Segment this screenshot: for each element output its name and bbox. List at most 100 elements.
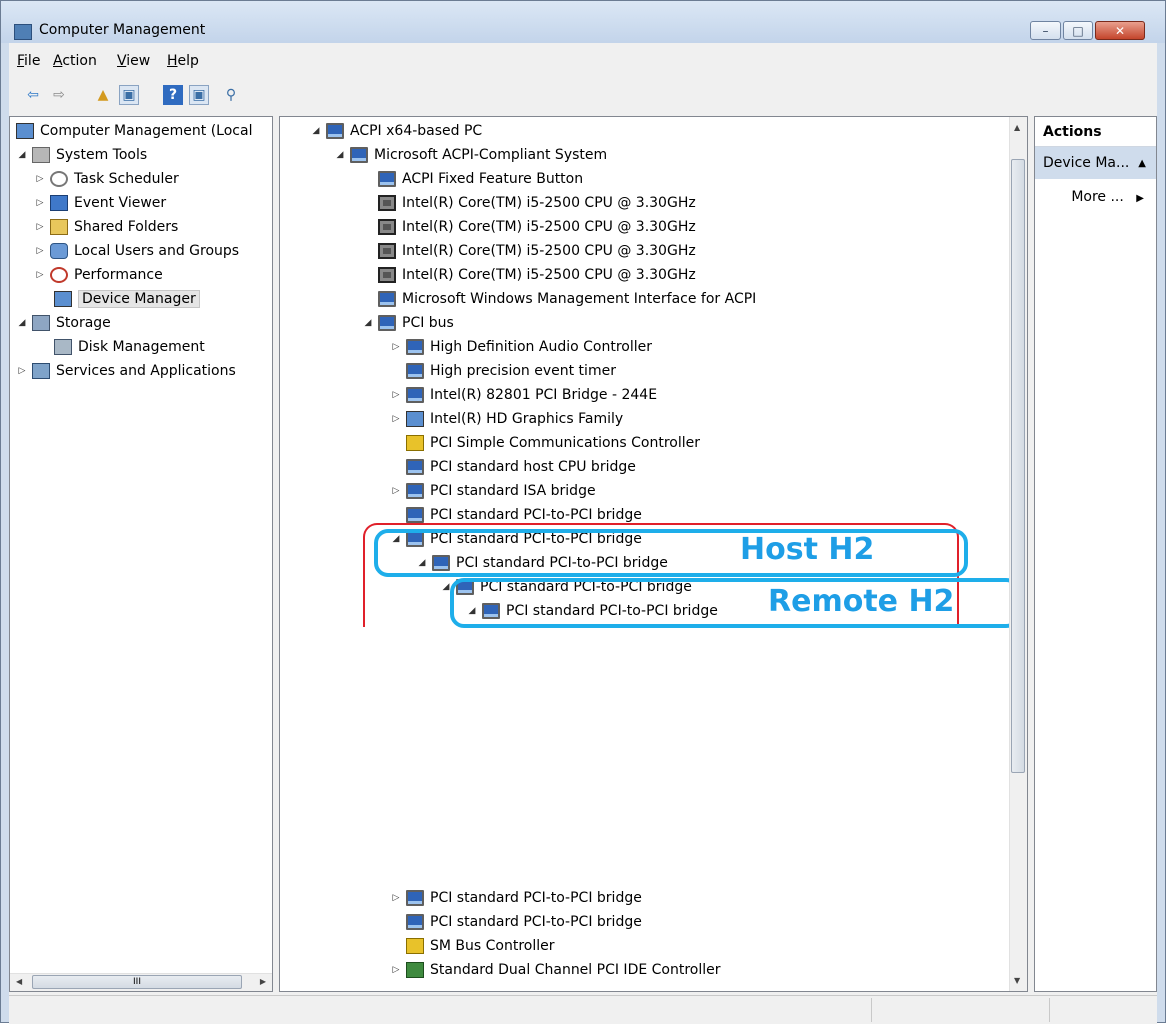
shared-folders-icon bbox=[50, 219, 68, 235]
device-tree-item[interactable]: Intel(R) Core(TM) i5-2500 CPU @ 3.30GHz bbox=[362, 216, 696, 238]
device-label: PCI bus bbox=[402, 315, 454, 331]
collapsed-arrow-icon[interactable]: ▷ bbox=[390, 341, 402, 353]
tree-item-shared-folders[interactable]: ▷ Shared Folders bbox=[34, 216, 178, 238]
device-tree-item[interactable]: High precision event timer bbox=[390, 360, 616, 382]
title-bar: Computer Management – □ ✕ bbox=[1, 1, 1165, 43]
collapsed-arrow-icon[interactable]: ▷ bbox=[390, 892, 402, 904]
device-label: Intel(R) 82801 PCI Bridge - 244E bbox=[430, 387, 658, 403]
collapsed-arrow-icon[interactable]: ▷ bbox=[34, 269, 46, 281]
tree-item-computer-management[interactable]: Computer Management (Local bbox=[16, 120, 252, 142]
device-label: Standard Dual Channel PCI IDE Controller bbox=[430, 962, 721, 978]
device-label: PCI standard PCI-to-PCI bridge bbox=[430, 890, 642, 906]
event-viewer-icon bbox=[50, 195, 68, 211]
tree-item-services-applications[interactable]: ▷ Services and Applications bbox=[16, 360, 236, 382]
vertical-scrollbar[interactable]: ▲ ▼ bbox=[1009, 117, 1027, 991]
scroll-up-icon[interactable]: ▲ bbox=[1014, 123, 1020, 132]
tree-item-event-viewer[interactable]: ▷ Event Viewer bbox=[34, 192, 166, 214]
device-tree-item[interactable]: ▷ Intel(R) HD Graphics Family bbox=[390, 408, 623, 430]
forward-arrow-icon[interactable]: ⇨ bbox=[49, 85, 69, 105]
storage-icon bbox=[32, 315, 50, 331]
device-tree-item[interactable]: ▷ PCI standard ISA bridge bbox=[390, 480, 596, 502]
tree-line-connector bbox=[390, 940, 402, 952]
tree-item-device-manager[interactable]: Device Manager bbox=[50, 288, 200, 310]
scroll-right-icon[interactable]: ▶ bbox=[260, 977, 266, 986]
more-actions-label: More ... bbox=[1071, 189, 1124, 205]
show-hide-console-tree-icon[interactable]: ▣ bbox=[119, 85, 139, 105]
up-folder-icon[interactable]: ▲ bbox=[93, 85, 113, 105]
back-arrow-icon[interactable]: ⇦ bbox=[23, 85, 43, 105]
menu-action[interactable]: Action bbox=[53, 53, 97, 69]
tree-item-label: Task Scheduler bbox=[74, 171, 179, 187]
tree-item-performance[interactable]: ▷ Performance bbox=[34, 264, 163, 286]
host-h2-oval bbox=[374, 529, 968, 577]
help-icon[interactable]: ? bbox=[163, 85, 183, 105]
minimize-button[interactable]: – bbox=[1030, 21, 1061, 40]
tree-item-task-scheduler[interactable]: ▷ Task Scheduler bbox=[34, 168, 179, 190]
collapsed-arrow-icon[interactable]: ▷ bbox=[34, 245, 46, 257]
expanded-arrow-icon[interactable]: ◢ bbox=[16, 149, 28, 161]
device-tree-item[interactable]: PCI standard host CPU bridge bbox=[390, 456, 636, 478]
scroll-left-icon[interactable]: ◀ bbox=[16, 977, 22, 986]
expanded-arrow-icon[interactable]: ◢ bbox=[16, 317, 28, 329]
collapsed-arrow-icon[interactable]: ▷ bbox=[16, 365, 28, 377]
device-icon bbox=[406, 890, 424, 906]
properties-icon[interactable]: ⚲ bbox=[221, 85, 241, 105]
menu-file[interactable]: File bbox=[17, 53, 40, 69]
device-tree-item[interactable]: PCI standard PCI-to-PCI bridge bbox=[390, 911, 642, 933]
collapsed-arrow-icon[interactable]: ▷ bbox=[390, 389, 402, 401]
device-icon bbox=[406, 339, 424, 355]
tree-item-label: Services and Applications bbox=[56, 363, 236, 379]
scroll-down-icon[interactable]: ▼ bbox=[1014, 976, 1020, 985]
horizontal-scrollbar[interactable]: ◀ III ▶ bbox=[10, 973, 272, 991]
device-icon bbox=[406, 411, 424, 427]
tree-item-storage[interactable]: ◢ Storage bbox=[16, 312, 111, 334]
tree-item-system-tools[interactable]: ◢ System Tools bbox=[16, 144, 147, 166]
collapse-section-icon[interactable]: ▲ bbox=[1138, 158, 1146, 169]
device-tree-item[interactable]: ◢ PCI bus bbox=[362, 312, 454, 334]
collapsed-arrow-icon[interactable]: ▷ bbox=[34, 197, 46, 209]
device-tree-item[interactable]: ▷ Intel(R) 82801 PCI Bridge - 244E bbox=[390, 384, 657, 406]
device-tree-item[interactable]: SM Bus Controller bbox=[390, 935, 555, 957]
device-tree-item[interactable]: ▷ Standard Dual Channel PCI IDE Controlle… bbox=[390, 959, 721, 981]
device-icon bbox=[326, 123, 344, 139]
expanded-arrow-icon[interactable]: ◢ bbox=[334, 149, 346, 161]
device-tree-item[interactable]: ▷ High Definition Audio Controller bbox=[390, 336, 652, 358]
tree-item-disk-management[interactable]: Disk Management bbox=[54, 336, 205, 358]
close-button[interactable]: ✕ bbox=[1095, 21, 1145, 40]
collapsed-arrow-icon[interactable]: ▷ bbox=[390, 964, 402, 976]
tree-line-connector bbox=[362, 173, 374, 185]
scroll-thumb[interactable]: III bbox=[32, 975, 242, 989]
device-tree-item[interactable]: ACPI Fixed Feature Button bbox=[362, 168, 583, 190]
collapsed-arrow-icon[interactable]: ▷ bbox=[34, 173, 46, 185]
device-label: Intel(R) Core(TM) i5-2500 CPU @ 3.30GHz bbox=[402, 195, 696, 211]
actions-section-device-manager[interactable]: Device Ma... ▲ bbox=[1035, 147, 1156, 179]
menu-help[interactable]: Help bbox=[167, 53, 199, 69]
show-hide-action-pane-icon[interactable]: ▣ bbox=[189, 85, 209, 105]
device-icon bbox=[406, 363, 424, 379]
menu-view[interactable]: View bbox=[117, 53, 150, 69]
device-tree-item[interactable]: PCI Simple Communications Controller bbox=[390, 432, 700, 454]
device-manager-icon bbox=[54, 291, 72, 307]
collapsed-arrow-icon[interactable]: ▷ bbox=[390, 413, 402, 425]
remote-h2-label: Remote H2 bbox=[768, 584, 955, 619]
device-tree-item[interactable]: Intel(R) Core(TM) i5-2500 CPU @ 3.30GHz bbox=[362, 240, 696, 262]
device-label: PCI standard PCI-to-PCI bridge bbox=[430, 914, 642, 930]
device-tree-item[interactable]: Microsoft Windows Management Interface f… bbox=[362, 288, 756, 310]
more-actions-link[interactable]: More ... ▶ bbox=[1071, 189, 1144, 205]
device-tree-item[interactable]: ◢ ACPI x64-based PC bbox=[310, 120, 482, 142]
tree-item-label: Disk Management bbox=[78, 339, 205, 355]
maximize-button[interactable]: □ bbox=[1063, 21, 1093, 40]
device-tree-item[interactable]: Intel(R) Core(TM) i5-2500 CPU @ 3.30GHz bbox=[362, 192, 696, 214]
collapsed-arrow-icon[interactable]: ▷ bbox=[390, 485, 402, 497]
expanded-arrow-icon[interactable]: ◢ bbox=[362, 317, 374, 329]
device-tree-item[interactable]: ◢ Microsoft ACPI-Compliant System bbox=[334, 144, 607, 166]
scroll-thumb[interactable] bbox=[1011, 159, 1025, 773]
expanded-arrow-icon[interactable]: ◢ bbox=[310, 125, 322, 137]
collapsed-arrow-icon[interactable]: ▷ bbox=[34, 221, 46, 233]
processor-icon bbox=[378, 267, 396, 283]
device-icon bbox=[378, 291, 396, 307]
device-tree-item[interactable]: ▷ PCI standard PCI-to-PCI bridge bbox=[390, 887, 642, 909]
tree-item-local-users[interactable]: ▷ Local Users and Groups bbox=[34, 240, 239, 262]
actions-section-label: Device Ma... bbox=[1043, 155, 1130, 171]
device-tree-item[interactable]: Intel(R) Core(TM) i5-2500 CPU @ 3.30GHz bbox=[362, 264, 696, 286]
